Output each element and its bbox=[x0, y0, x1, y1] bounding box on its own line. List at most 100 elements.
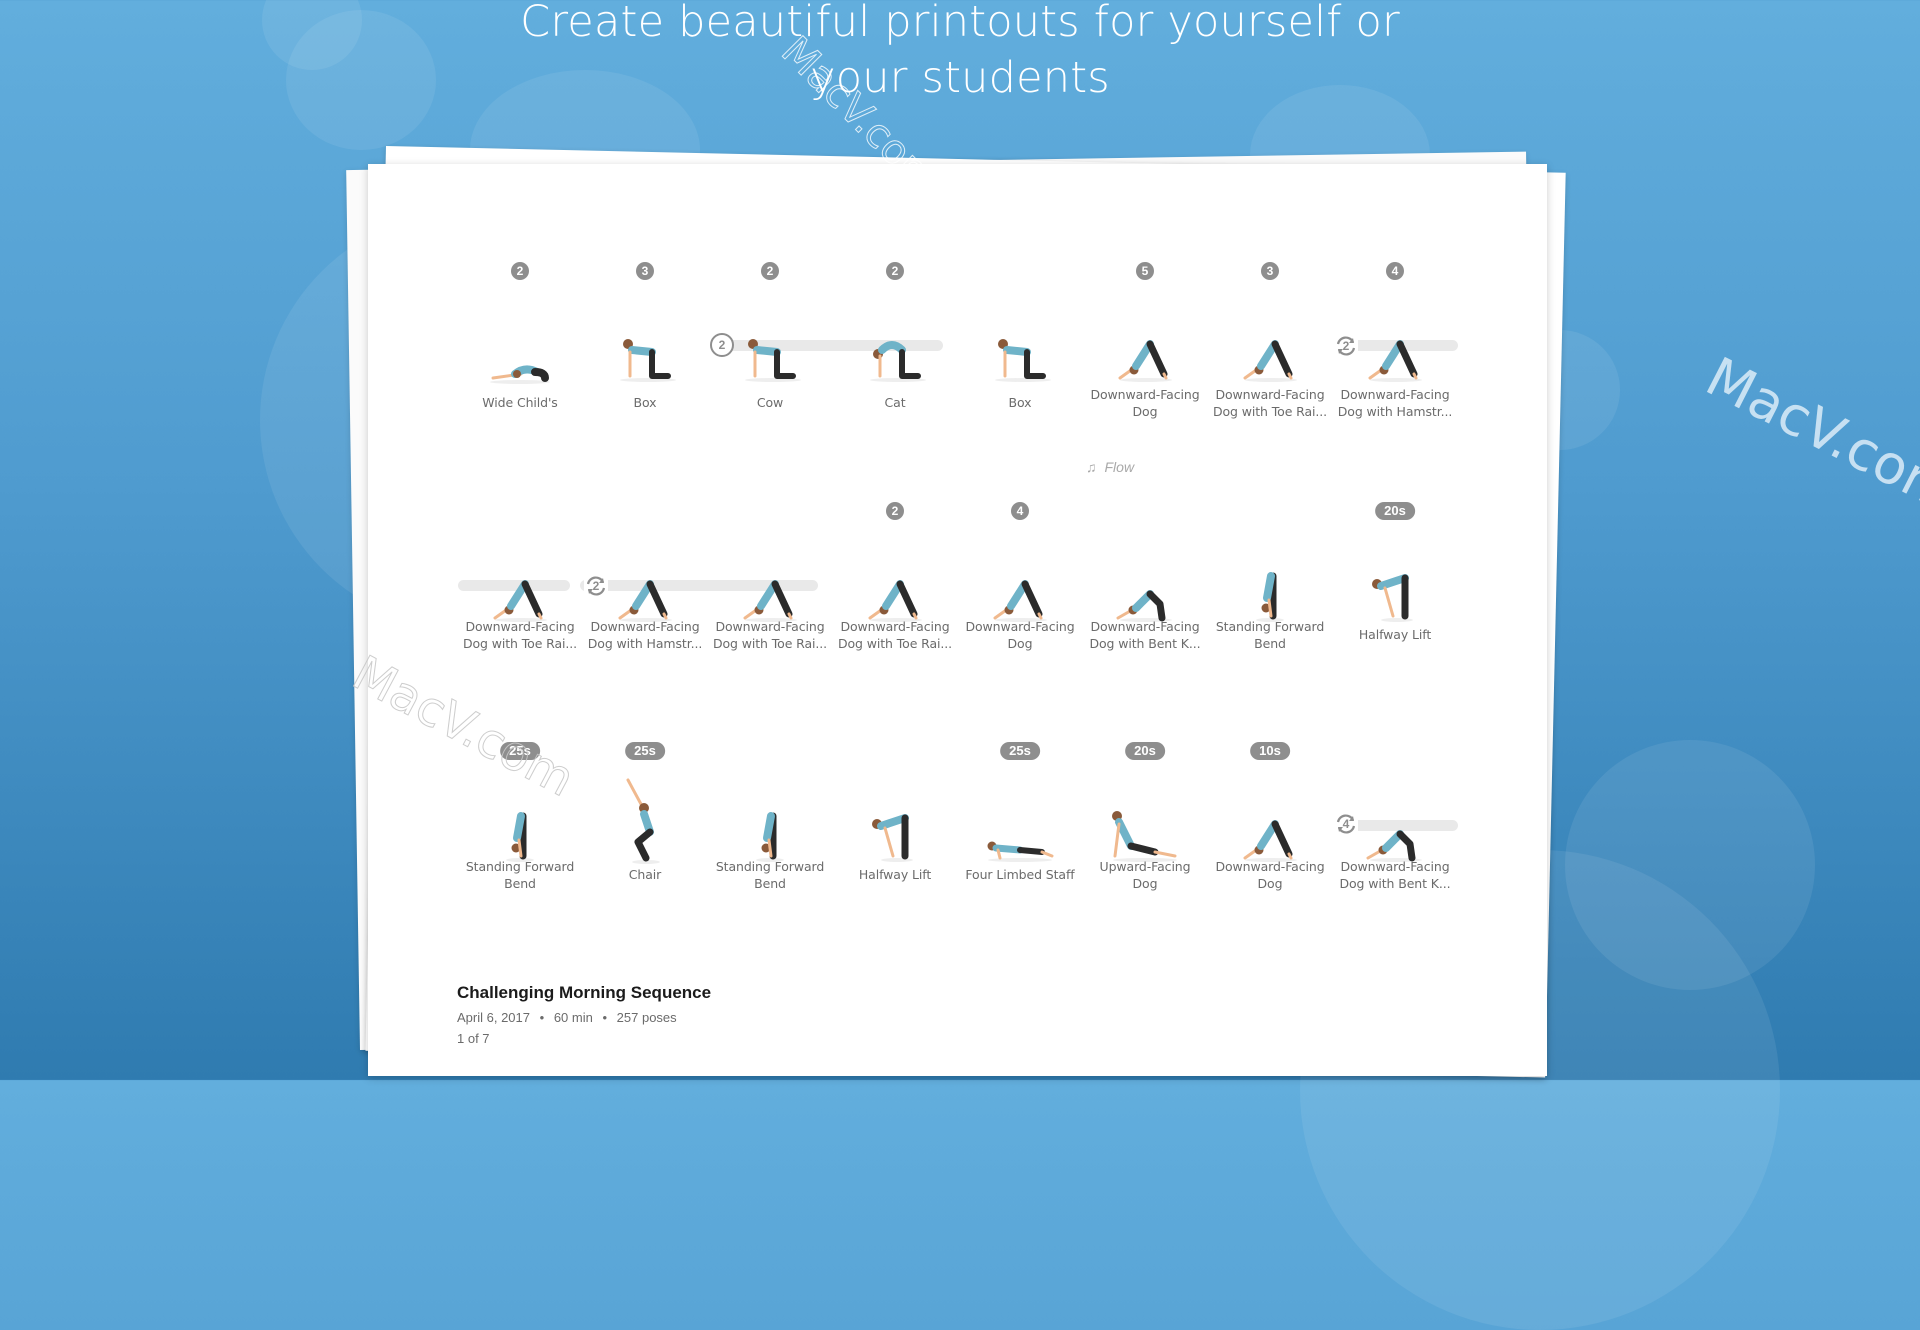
repeat-cycle-icon: 2 bbox=[584, 574, 608, 598]
sequence-duration: 60 min bbox=[553, 1010, 593, 1025]
duration-badge: 20s bbox=[1375, 502, 1415, 520]
pose-figure-halfway-icon bbox=[1365, 568, 1425, 629]
pose-label-line: Downward-Facing bbox=[715, 619, 825, 634]
pose-label: Chair bbox=[583, 866, 707, 883]
duration-badge: 20s bbox=[1125, 742, 1165, 760]
pose-label: Box bbox=[583, 394, 707, 411]
pose-label-line: Halfway Lift bbox=[1358, 627, 1432, 642]
pose-label: Halfway Lift bbox=[833, 866, 957, 883]
pose-label: Halfway Lift bbox=[1333, 626, 1457, 643]
pose-label-line: Dog with Toe Rai... bbox=[462, 636, 578, 651]
repetition-badge: 3 bbox=[1261, 262, 1279, 280]
pose-figure-halfway-icon bbox=[865, 808, 925, 869]
pose-label-line: Downward-Facing bbox=[590, 619, 700, 634]
sequence-pose-count: 257 poses bbox=[616, 1010, 677, 1025]
flow-marker: ♫ Flow bbox=[1086, 459, 1134, 475]
pose-figure-plank-icon bbox=[980, 824, 1060, 869]
pose-label-line: Downward-Facing bbox=[1215, 859, 1325, 874]
music-note-icon: ♫ bbox=[1086, 459, 1097, 475]
pose-label-line: Dog with Hamstr... bbox=[1337, 404, 1453, 419]
duration-badge: 25s bbox=[500, 742, 540, 760]
pose-label: Standing Forward Bend bbox=[708, 858, 832, 892]
flow-label: Flow bbox=[1104, 459, 1135, 475]
pose-label: Downward-Facing Dog bbox=[958, 618, 1082, 652]
pose-label-line: Box bbox=[633, 395, 657, 410]
pose-label-line: Dog with Bent K... bbox=[1339, 876, 1451, 891]
repeat-count: 2 bbox=[1342, 339, 1350, 353]
repeat-count-icon: 2 bbox=[710, 333, 734, 357]
pose-label: Box bbox=[958, 394, 1082, 411]
pose-figure-childs-icon bbox=[485, 346, 555, 391]
pose-label-line: Downward-Facing bbox=[840, 619, 950, 634]
pose-label-line: Dog with Hamstr... bbox=[587, 636, 703, 651]
pose-label-line: Downward-Facing bbox=[465, 619, 575, 634]
meta-separator: • bbox=[539, 1010, 545, 1025]
pose-label-line: Dog with Toe Rai... bbox=[712, 636, 828, 651]
pose-label-line: Box bbox=[1008, 395, 1032, 410]
sequence-meta: April 6, 2017 • 60 min • 257 poses bbox=[457, 1010, 677, 1025]
pose-figure-cat-icon bbox=[860, 334, 930, 389]
pose-label: Wide Child's bbox=[458, 394, 582, 411]
repetition-badge: 4 bbox=[1011, 502, 1029, 520]
pose-label-line: Dog bbox=[1257, 876, 1283, 891]
pose-label: Cow bbox=[708, 394, 832, 411]
pose-label-line: Standing Forward bbox=[1215, 619, 1325, 634]
pose-label-line: Four Limbed Staff bbox=[965, 867, 1075, 882]
pose-label: Downward-Facing Dog with Hamstr... bbox=[1333, 386, 1457, 420]
duration-badge: 10s bbox=[1250, 742, 1290, 760]
pose-label: Downward-Facing Dog bbox=[1208, 858, 1332, 892]
pose-label: Cat bbox=[833, 394, 957, 411]
pose-label-line: Downward-Facing bbox=[1215, 387, 1325, 402]
pose-label-line: Dog bbox=[1132, 876, 1158, 891]
repetition-badge: 2 bbox=[511, 262, 529, 280]
meta-separator: • bbox=[602, 1010, 608, 1025]
pose-label-line: Downward-Facing bbox=[1340, 387, 1450, 402]
pose-label: Downward-Facing Dog with Hamstr... bbox=[583, 618, 707, 652]
repeat-cycle-icon: 2 bbox=[1334, 334, 1358, 358]
pose-label: Downward-Facing Dog bbox=[1083, 386, 1207, 420]
headline-line-2: your students bbox=[810, 53, 1110, 103]
pose-label: Downward-Facing Dog with Toe Rai... bbox=[833, 618, 957, 652]
repetition-badge: 4 bbox=[1386, 262, 1404, 280]
pose-label-line: Dog with Toe Rai... bbox=[1212, 404, 1328, 419]
pose-label-line: Standing Forward bbox=[715, 859, 825, 874]
pose-label-line: Standing Forward bbox=[465, 859, 575, 874]
pose-label-line: Dog bbox=[1007, 636, 1033, 651]
repetition-badge: 2 bbox=[886, 502, 904, 520]
pose-figure-box-icon bbox=[985, 334, 1055, 389]
repetition-badge: 2 bbox=[761, 262, 779, 280]
pose-figure-box-icon bbox=[610, 334, 680, 389]
repetition-badge: 3 bbox=[636, 262, 654, 280]
pose-label-line: Dog with Bent K... bbox=[1089, 636, 1201, 651]
pose-figure-chair-icon bbox=[620, 776, 670, 871]
pose-label: Standing Forward Bend bbox=[458, 858, 582, 892]
pose-label-line: Downward-Facing bbox=[1340, 859, 1450, 874]
pose-label-line: Cow bbox=[756, 395, 784, 410]
pose-label: Downward-Facing Dog with Toe Rai... bbox=[458, 618, 582, 652]
watermark: MacV.com bbox=[1696, 345, 1920, 525]
pose-label-line: Downward-Facing bbox=[1090, 619, 1200, 634]
pose-label-line: Wide Child's bbox=[482, 395, 558, 410]
pose-label: Upward-Facing Dog bbox=[1083, 858, 1207, 892]
pose-label-line: Cat bbox=[884, 395, 906, 410]
pose-label: Downward-Facing Dog with Toe Rai... bbox=[708, 618, 832, 652]
pose-figure-box-icon bbox=[735, 334, 805, 389]
repeat-count: 4 bbox=[1342, 817, 1350, 831]
repetition-badge: 5 bbox=[1136, 262, 1154, 280]
pose-figure-dog-icon bbox=[1110, 334, 1180, 389]
pose-label: Standing Forward Bend bbox=[1208, 618, 1332, 652]
duration-badge: 25s bbox=[1000, 742, 1040, 760]
pose-label-line: Downward-Facing bbox=[965, 619, 1075, 634]
pose-label: Downward-Facing Dog with Bent K... bbox=[1333, 858, 1457, 892]
pose-label-line: Halfway Lift bbox=[858, 867, 932, 882]
repeat-count: 2 bbox=[592, 579, 600, 593]
sequence-date: April 6, 2017 bbox=[457, 1010, 530, 1025]
pose-label-line: Upward-Facing bbox=[1099, 859, 1191, 874]
pose-figure-dog-icon bbox=[1360, 334, 1430, 389]
repeat-cycle-icon: 4 bbox=[1334, 812, 1358, 836]
sequence-title: Challenging Morning Sequence bbox=[457, 983, 712, 1002]
headline: Create beautiful printouts for yourself … bbox=[0, 0, 1920, 106]
repetition-badge: 2 bbox=[886, 262, 904, 280]
pose-label-line: Chair bbox=[628, 867, 662, 882]
pose-label-line: Dog bbox=[1132, 404, 1158, 419]
